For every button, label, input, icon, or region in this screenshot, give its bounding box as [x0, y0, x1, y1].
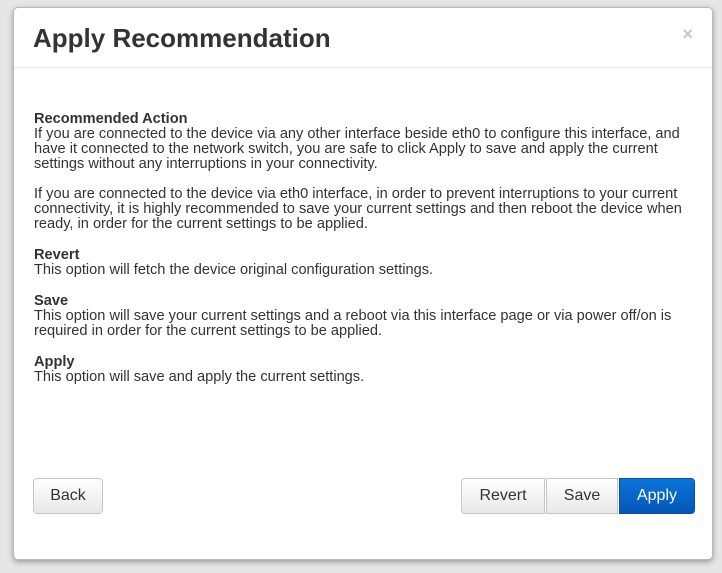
revert-button[interactable]: Revert [461, 478, 545, 514]
apply-heading: Apply [34, 354, 75, 370]
save-button[interactable]: Save [546, 478, 618, 514]
apply-section: Apply This option will save and apply th… [34, 355, 699, 385]
close-icon[interactable]: × [682, 24, 693, 44]
apply-description: This option will save and apply the curr… [34, 369, 365, 385]
apply-button[interactable]: Apply [619, 478, 695, 514]
revert-description: This option will fetch the device origin… [34, 262, 434, 278]
save-heading: Save [34, 293, 69, 309]
recommended-action-heading: Recommended Action [34, 111, 188, 127]
revert-section: Revert This option will fetch the device… [34, 248, 699, 278]
recommended-action-text-1: If you are connected to the device via a… [34, 126, 680, 172]
dialog-header: Apply Recommendation × [14, 8, 712, 68]
recommended-action-section: Recommended Action If you are connected … [34, 112, 699, 232]
dialog-body: Recommended Action If you are connected … [34, 112, 699, 401]
dialog-title: Apply Recommendation [33, 23, 331, 53]
recommended-action-text-2: If you are connected to the device via e… [34, 186, 682, 232]
apply-recommendation-dialog: Apply Recommendation × Recommended Actio… [13, 7, 713, 560]
revert-heading: Revert [34, 247, 80, 263]
back-button[interactable]: Back [33, 478, 103, 514]
save-description: This option will save your current setti… [34, 308, 672, 339]
save-section: Save This option will save your current … [34, 294, 699, 339]
